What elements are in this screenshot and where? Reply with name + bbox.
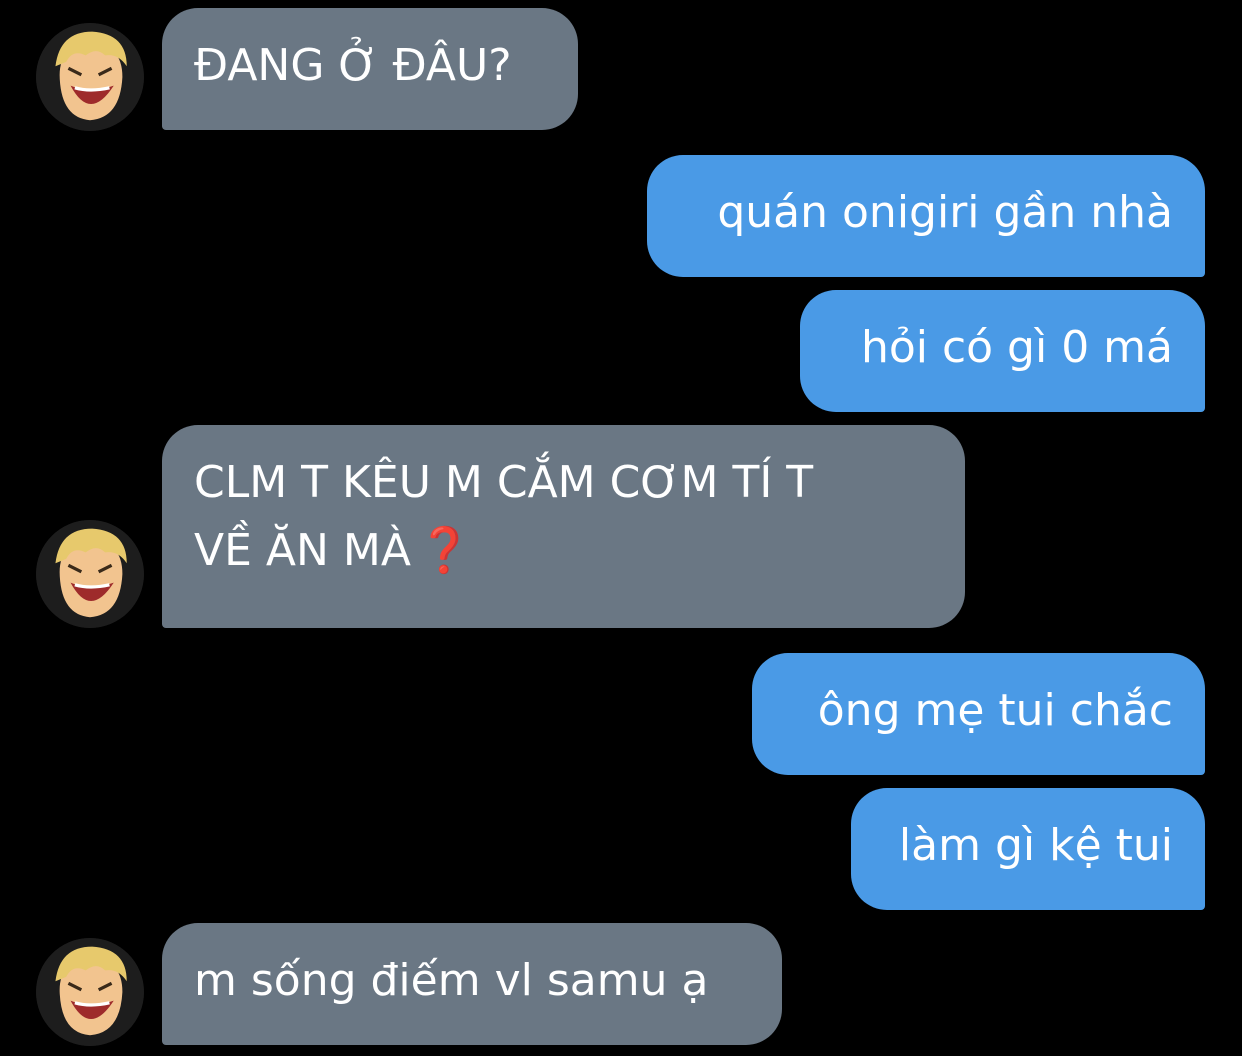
message-bubble-outgoing[interactable]: làm gì kệ tui	[851, 788, 1205, 910]
avatar[interactable]	[36, 23, 144, 131]
avatar-icon	[36, 23, 144, 131]
message-text: m sống điếm vl samu ạ	[194, 955, 709, 1006]
message-bubble-incoming[interactable]: CLM T KÊU M CẮM CƠM TÍ T VỀ ĂN MÀ ❓	[162, 425, 965, 628]
message-bubble-outgoing[interactable]: ông mẹ tui chắc	[752, 653, 1205, 775]
message-bubble-incoming[interactable]: m sống điếm vl samu ạ	[162, 923, 782, 1045]
message-text-line: VỀ ĂN MÀ ❓	[194, 517, 933, 585]
avatar[interactable]	[36, 938, 144, 1046]
message-text-line: CLM T KÊU M CẮM CƠM TÍ T	[194, 457, 814, 508]
message-text: ĐANG Ở ĐÂU?	[194, 40, 512, 91]
avatar[interactable]	[36, 520, 144, 628]
message-text: hỏi có gì 0 má	[860, 322, 1173, 373]
message-text: làm gì kệ tui	[898, 820, 1173, 871]
message-bubble-incoming[interactable]: ĐANG Ở ĐÂU?	[162, 8, 578, 130]
message-text: VỀ ĂN MÀ	[194, 525, 411, 576]
message-bubble-outgoing[interactable]: quán onigiri gần nhà	[647, 155, 1205, 277]
question-mark-emoji: ❓	[416, 525, 472, 576]
message-text: ông mẹ tui chắc	[817, 685, 1173, 736]
message-text: quán onigiri gần nhà	[717, 187, 1173, 238]
message-bubble-outgoing[interactable]: hỏi có gì 0 má	[800, 290, 1205, 412]
avatar-icon	[36, 520, 144, 628]
avatar-icon	[36, 938, 144, 1046]
